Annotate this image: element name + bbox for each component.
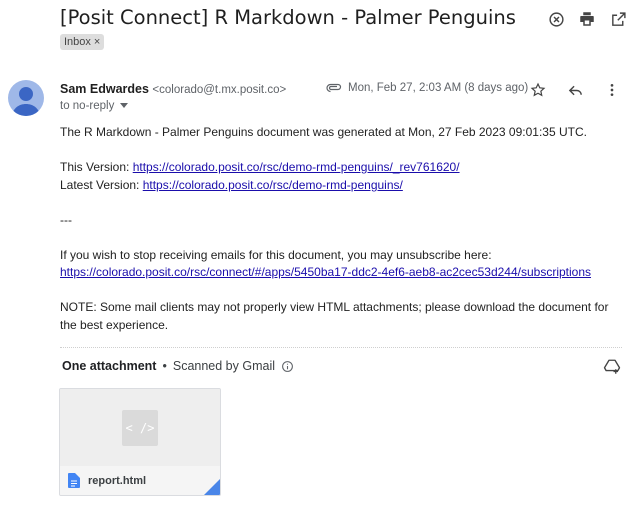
more-vert-icon[interactable] <box>602 80 622 100</box>
scanned-label: Scanned by Gmail <box>172 359 275 373</box>
page-fold-icon <box>203 478 220 495</box>
add-to-drive-icon[interactable] <box>603 358 621 381</box>
attachment-filename: report.html <box>88 474 147 487</box>
reply-icon[interactable] <box>565 80 585 100</box>
latest-version-link[interactable]: https://colorado.posit.co/rsc/demo-rmd-p… <box>143 178 403 192</box>
body-separator: --- <box>60 212 72 227</box>
this-version-line: This Version: https://colorado.posit.co/… <box>60 159 625 177</box>
attachment-footer: report.html <box>60 466 220 495</box>
recipient-text: to no-reply <box>60 100 115 112</box>
sender-email: <colorado@t.mx.posit.co> <box>152 84 287 96</box>
label-remove-icon[interactable]: × <box>94 36 100 48</box>
info-icon[interactable] <box>281 360 294 373</box>
sender-name[interactable]: Sam Edwardes <box>60 82 149 96</box>
message-meta: Mon, Feb 27, 2:03 AM (8 days ago) <box>326 82 528 94</box>
message-date: Mon, Feb 27, 2:03 AM (8 days ago) <box>348 82 529 94</box>
sender-line: Sam Edwardes <colorado@t.mx.posit.co> <box>60 82 286 96</box>
print-icon[interactable] <box>577 9 597 29</box>
attachments-divider <box>60 347 622 348</box>
chevron-down-icon[interactable] <box>120 103 129 109</box>
this-version-link[interactable]: https://colorado.posit.co/rsc/demo-rmd-p… <box>133 160 460 174</box>
latest-version-label: Latest Version: <box>60 177 143 192</box>
recipient-line[interactable]: to no-reply <box>60 100 129 112</box>
star-icon[interactable] <box>528 80 548 100</box>
thread-actions <box>546 9 628 29</box>
attachment-card[interactable]: < /> report.html <box>59 388 221 496</box>
close-circle-icon[interactable] <box>546 9 566 29</box>
attachment-preview: < /> <box>60 389 220 466</box>
label-chip-text: Inbox <box>64 36 91 48</box>
body-note: NOTE: Some mail clients may not properly… <box>60 300 609 332</box>
header-dot: • <box>162 359 167 373</box>
avatar[interactable] <box>8 80 44 116</box>
unsubscribe-text: If you wish to stop receiving emails for… <box>60 247 492 262</box>
label-chip-inbox[interactable]: Inbox × <box>60 34 105 50</box>
unsubscribe-link[interactable]: https://colorado.posit.co/rsc/connect/#/… <box>60 265 591 279</box>
attachment-icon <box>326 83 342 93</box>
this-version-label: This Version: <box>60 160 133 174</box>
attachments-header: One attachment • Scanned by Gmail <box>62 359 294 373</box>
code-file-icon: < /> <box>122 410 158 446</box>
message-actions <box>528 80 622 100</box>
email-subject: [Posit Connect] R Markdown - Palmer Peng… <box>60 6 516 29</box>
attachments-title: One attachment <box>62 359 157 373</box>
body-intro: The R Markdown - Palmer Penguins documen… <box>60 125 587 139</box>
document-icon <box>68 473 80 488</box>
open-in-new-icon[interactable] <box>608 9 628 29</box>
latest-version-line: Latest Version: https://colorado.posit.c… <box>60 177 625 195</box>
email-body: The R Markdown - Palmer Penguins documen… <box>60 124 625 334</box>
